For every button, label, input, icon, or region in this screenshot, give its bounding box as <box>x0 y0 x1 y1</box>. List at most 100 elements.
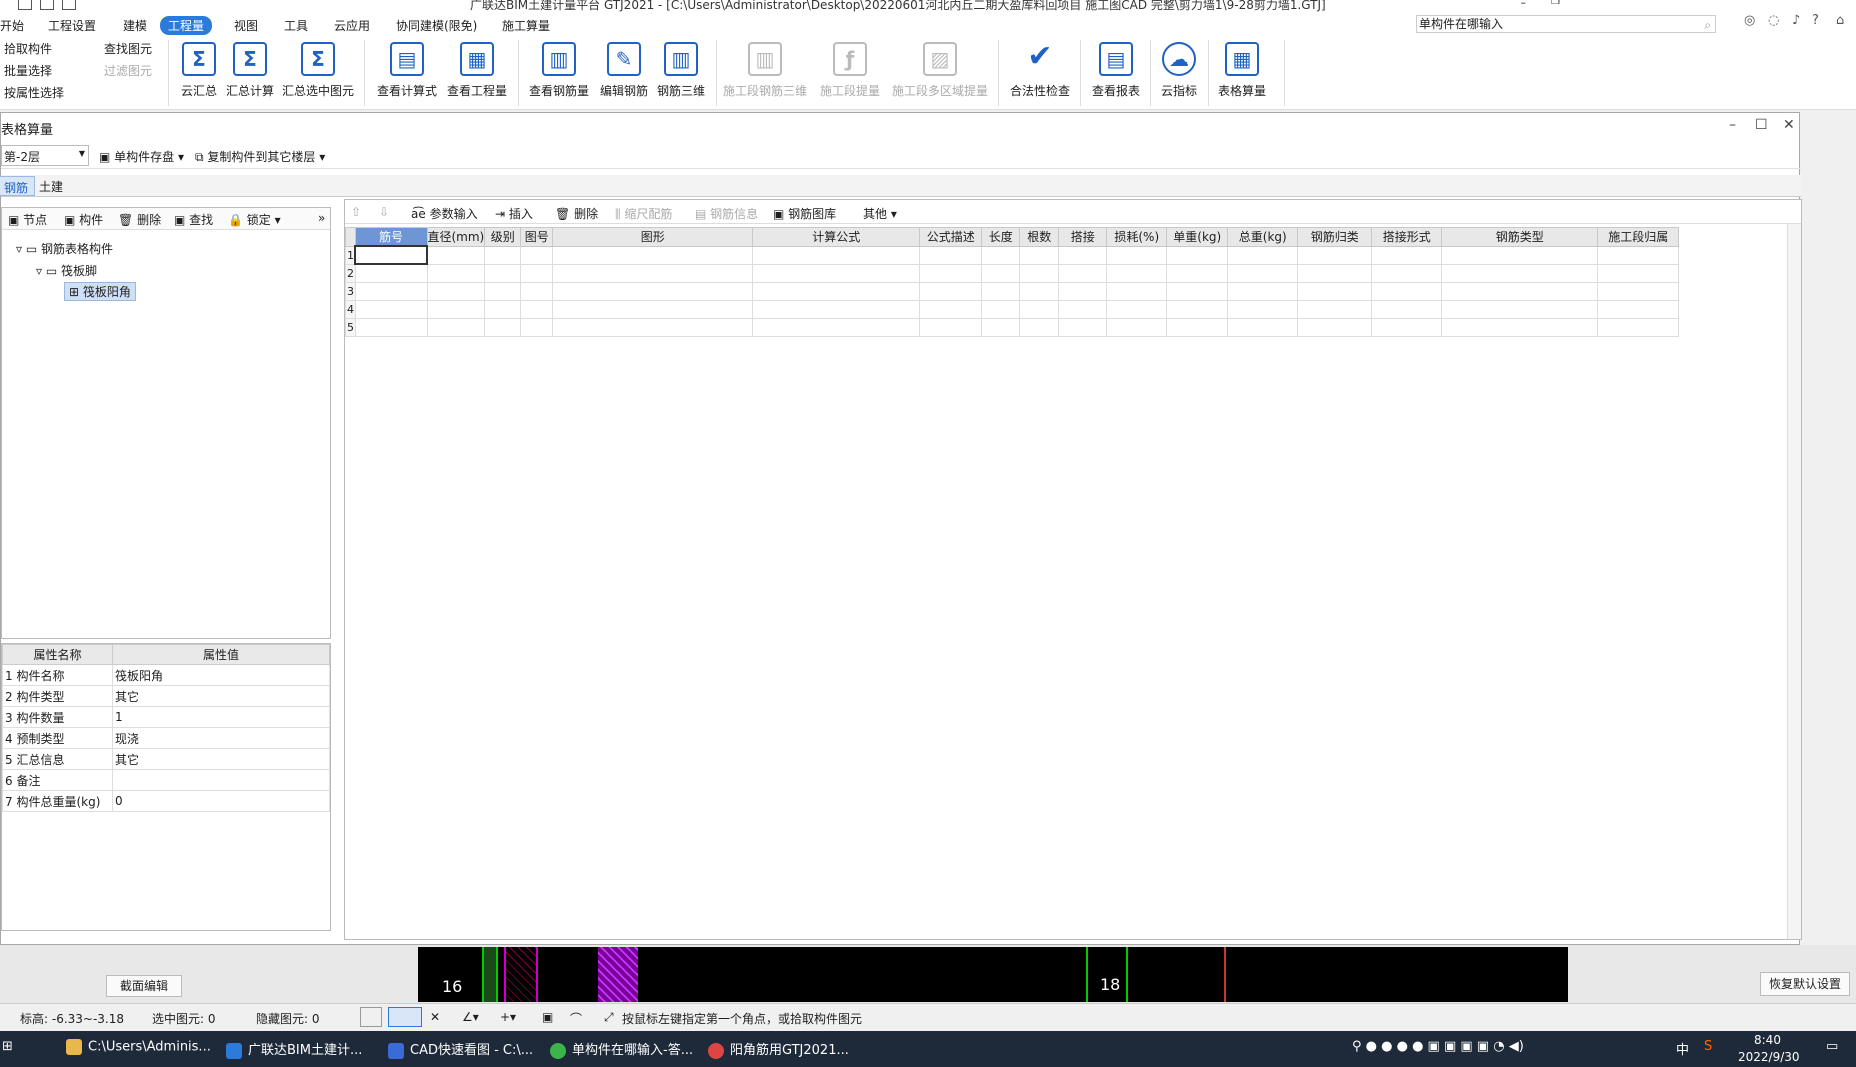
prop-value[interactable]: 现浇 <box>112 727 330 749</box>
taskbar-gtj[interactable]: 广联达BIM土建计... <box>226 1039 362 1059</box>
delete-row-button[interactable]: 🗑 删除 <box>555 205 598 222</box>
other-menu-button[interactable]: 其他 ▾ <box>863 205 897 222</box>
tab-rebar[interactable]: 钢筋 <box>0 176 36 196</box>
cloud-sum-button[interactable]: Σ 云汇总 <box>174 38 224 108</box>
arc-icon[interactable]: ⌒ <box>570 1010 582 1027</box>
view-report-button[interactable]: ▤ 查看报表 <box>1086 38 1146 108</box>
table-row[interactable]: 6 备注 <box>2 769 330 791</box>
add-component-button[interactable]: ▣ 构件 <box>64 211 103 228</box>
user-icon[interactable]: ◎ <box>1744 13 1755 28</box>
taskbar-explorer[interactable]: C:\Users\Adminis... <box>66 1039 211 1055</box>
menu-view[interactable]: 视图 <box>226 16 266 35</box>
tree-child[interactable]: ▿ ▭ 筏板脚 <box>36 262 97 279</box>
view-rebar-button[interactable]: ▥ 查看钢筋量 <box>524 38 594 108</box>
prop-value[interactable]: 其它 <box>112 685 330 707</box>
restore-default-button[interactable]: 恢复默认设置 <box>1760 972 1850 996</box>
new-file-icon[interactable] <box>18 0 32 10</box>
tab-civil[interactable]: 土建 <box>33 176 69 196</box>
move-down-icon[interactable]: ⇩ <box>379 205 389 219</box>
col-total-weight[interactable]: 总重(kg) <box>1227 227 1299 247</box>
bell-icon[interactable]: ♪ <box>1792 13 1800 28</box>
rebar-info-button[interactable]: ▤ 钢筋信息 <box>695 205 758 222</box>
col-grade[interactable]: 级别 <box>484 227 522 247</box>
prop-value[interactable]: 其它 <box>112 748 330 770</box>
snap-icon[interactable]: +▾ <box>500 1010 516 1024</box>
table-row[interactable]: 4 预制类型 现浇 <box>2 727 330 749</box>
col-segment[interactable]: 施工段归属 <box>1597 227 1680 247</box>
select-mode-icon[interactable] <box>388 1007 422 1027</box>
menu-quantity[interactable]: 工程量 <box>160 16 213 35</box>
prop-value[interactable]: 筏板阳角 <box>112 664 330 686</box>
cap-icon[interactable]: ⌂ <box>1836 13 1844 28</box>
segment-3d-button[interactable]: ▥ 施工段钢筋三维 <box>720 38 810 108</box>
ortho-icon[interactable] <box>360 1007 382 1027</box>
notification-icon[interactable]: ▭ <box>1826 1039 1838 1054</box>
minimize-icon[interactable]: – <box>1729 117 1736 133</box>
move-up-icon[interactable]: ⇧ <box>351 205 361 219</box>
grid-cell[interactable] <box>354 245 428 265</box>
search-icon[interactable]: ⌕ <box>1704 17 1711 33</box>
maximize-icon[interactable]: ☐ <box>1755 117 1768 133</box>
section-edit-button[interactable]: 截面编辑 <box>106 975 182 997</box>
col-shape-no[interactable]: 图号 <box>520 227 554 247</box>
menu-collab[interactable]: 协同建模(限免) <box>388 16 485 35</box>
start-icon[interactable]: ⊞ <box>2 1039 13 1054</box>
pick-component-button[interactable]: 拾取构件 <box>4 40 52 57</box>
prop-value[interactable] <box>112 769 330 791</box>
expand-icon[interactable]: » <box>318 211 325 225</box>
sogou-icon[interactable]: S <box>1704 1039 1712 1054</box>
menu-construction[interactable]: 施工算量 <box>494 16 558 35</box>
layer-icon[interactable]: ▣ <box>542 1010 553 1024</box>
legality-check-button[interactable]: ✔ 合法性检查 <box>1004 38 1076 108</box>
restore-window-icon[interactable]: ❐ <box>1551 0 1560 7</box>
add-node-button[interactable]: ▣ 节点 <box>8 211 47 228</box>
table-row[interactable]: 3 <box>345 281 1680 301</box>
col-unit-weight[interactable]: 单重(kg) <box>1166 227 1229 247</box>
col-shape[interactable]: 图形 <box>552 227 754 247</box>
help-icon[interactable]: ? <box>1812 13 1819 28</box>
scale-rebar-button[interactable]: ⫼ 缩尺配筋 <box>615 205 672 222</box>
sum-calc-button[interactable]: Σ 汇总计算 <box>222 38 278 108</box>
table-row[interactable]: 2 <box>345 263 1680 283</box>
edit-rebar-button[interactable]: ✎ 编辑钢筋 <box>594 38 654 108</box>
prop-value[interactable]: 1 <box>112 706 330 728</box>
taskbar-cad[interactable]: CAD快速看图 - C:\... <box>388 1039 533 1059</box>
menu-cloud[interactable]: 云应用 <box>326 16 378 35</box>
copy-to-floors-button[interactable]: ⧉ 复制构件到其它楼层 ▾ <box>195 148 325 165</box>
table-row[interactable]: 4 <box>345 299 1680 319</box>
tree-leaf[interactable]: ⊞ 筏板阳角 <box>64 282 136 301</box>
delete-node-button[interactable]: 🗑 删除 <box>118 211 161 228</box>
col-category[interactable]: 钢筋归类 <box>1297 227 1373 247</box>
close-icon[interactable]: ✕ <box>1783 117 1795 133</box>
floor-select[interactable]: 第-2层 ▼ <box>1 145 89 166</box>
col-formula-desc[interactable]: 公式描述 <box>919 227 983 247</box>
taskbar-qa[interactable]: 单构件在哪输入-答... <box>550 1039 693 1059</box>
param-input-button[interactable]: a͡e 参数输入 <box>411 205 478 222</box>
cad-viewport[interactable]: 16 18 <box>418 947 1568 1002</box>
tray-icons[interactable]: ⚲ ● ● ● ● ▣ ▣ ▣ ▣ ◔ ◀) <box>1352 1039 1524 1054</box>
save-icon[interactable] <box>62 0 76 10</box>
menu-tools[interactable]: 工具 <box>276 16 316 35</box>
ime-indicator[interactable]: 中 <box>1676 1039 1689 1058</box>
lock-button[interactable]: 🔒 锁定 ▾ <box>228 211 281 228</box>
rebar-3d-button[interactable]: ▥ 钢筋三维 <box>654 38 708 108</box>
angle-icon[interactable]: ∠▾ <box>462 1010 479 1024</box>
insert-button[interactable]: ⇥ 插入 <box>495 205 533 222</box>
find-element-button[interactable]: 查找图元 <box>104 40 152 57</box>
table-row[interactable]: 1 <box>345 245 1680 265</box>
batch-select-button[interactable]: 批量选择 <box>4 62 52 79</box>
view-quantity-button[interactable]: ▦ 查看工程量 <box>442 38 512 108</box>
col-diameter[interactable]: 直径(mm) <box>426 227 486 247</box>
open-file-icon[interactable] <box>40 0 54 10</box>
menu-start[interactable]: 开始 <box>0 16 32 35</box>
tree-root[interactable]: ▿ ▭ 钢筋表格构件 <box>16 240 113 257</box>
col-count[interactable]: 根数 <box>1019 227 1060 247</box>
col-loss[interactable]: 损耗(%) <box>1106 227 1168 247</box>
prop-value[interactable]: 0 <box>112 790 330 812</box>
vertical-scrollbar[interactable] <box>1787 224 1801 939</box>
table-row[interactable]: 5 <box>345 317 1680 337</box>
segment-quantity-button[interactable]: ƒ 施工段提量 <box>810 38 890 108</box>
table-row[interactable]: 2 构件类型 其它 <box>2 685 330 707</box>
help-search-input[interactable]: 单构件在哪输入 ⌕ <box>1416 15 1716 33</box>
col-length[interactable]: 长度 <box>981 227 1021 247</box>
